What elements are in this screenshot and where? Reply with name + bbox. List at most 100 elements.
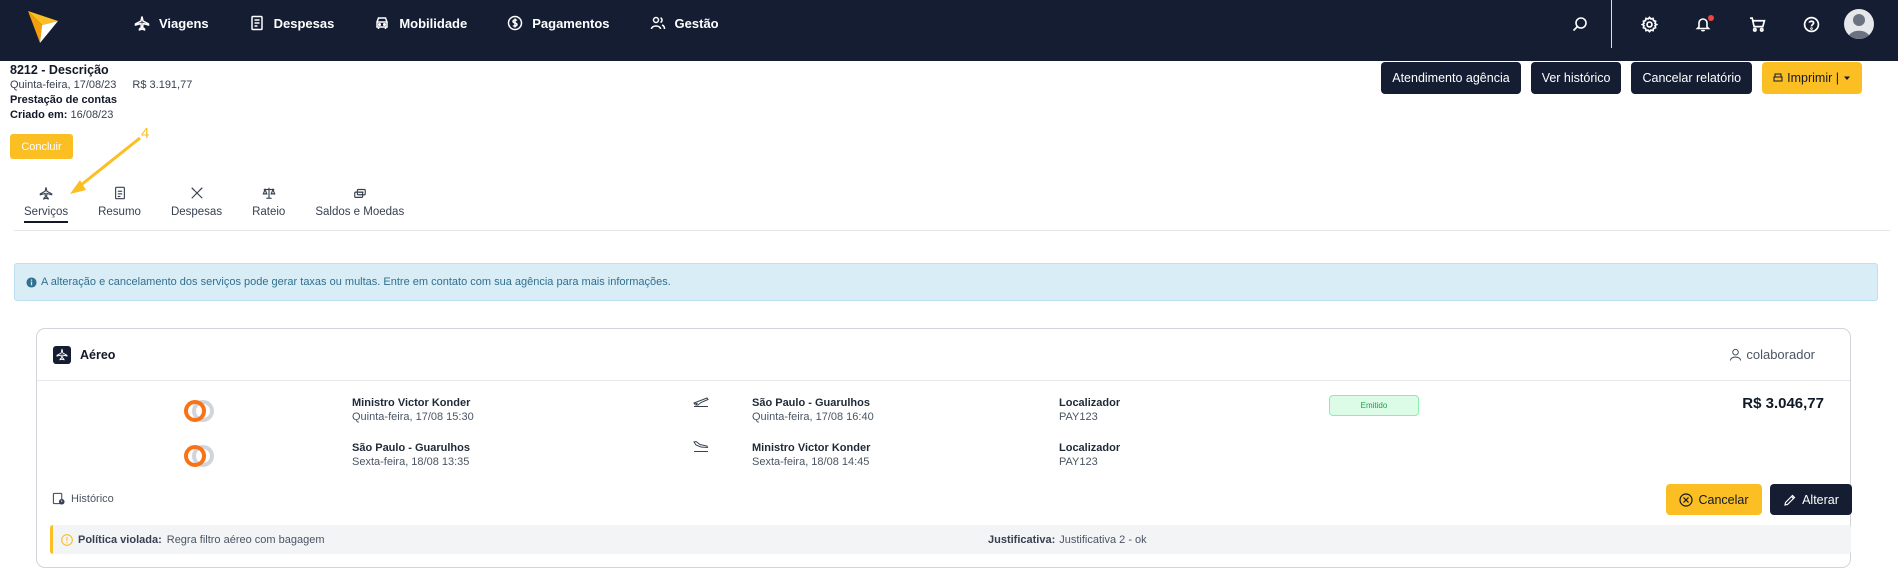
tab-resumo-label: Resumo: [98, 206, 141, 218]
report-title: 8212 - Descrição: [10, 63, 109, 77]
print-label: Imprimir |: [1787, 71, 1839, 85]
nav-viagens-label: Viagens: [159, 15, 209, 31]
alert-text: A alteração e cancelamento dos serviços …: [41, 276, 671, 288]
nav-mobilidade-label: Mobilidade: [399, 15, 468, 31]
status-badge: Emitido: [1329, 395, 1419, 416]
coins-icon: [353, 188, 366, 198]
policy-violation-row: Política violada: Regra filtro aéreo com…: [50, 525, 1851, 554]
cancel-service-button[interactable]: Cancelar: [1666, 484, 1762, 515]
tab-servicos-label: Serviços: [24, 206, 69, 223]
nav-gestao[interactable]: Gestão: [650, 15, 719, 31]
airline-logo-icon: [184, 445, 214, 467]
segment-origin-city: Ministro Victor Konder: [352, 397, 471, 409]
card-header: Aéreo: [37, 329, 1850, 381]
settings-button[interactable]: [1622, 0, 1676, 48]
avatar[interactable]: [1844, 9, 1874, 39]
scale-icon: [262, 187, 276, 199]
segment-origin-city: São Paulo - Guarulhos: [352, 442, 470, 454]
logo-icon[interactable]: [26, 9, 60, 45]
segment-2-destination: Ministro Victor Konder Sexta-feira, 18/0…: [752, 441, 870, 469]
locator-value: PAY123: [1059, 456, 1098, 468]
caret-down-icon: [1844, 76, 1850, 80]
nav-pagamentos[interactable]: Pagamentos: [507, 15, 610, 31]
policy-label: Política violada:: [78, 533, 162, 546]
info-icon: [26, 276, 37, 288]
plane-icon: [134, 16, 150, 31]
justification-value: Justificativa 2 - ok: [1059, 533, 1147, 546]
cancel-service-label: Cancelar: [1698, 492, 1749, 507]
report-date: Quinta-feira, 17/08/23: [10, 79, 117, 91]
search-button[interactable]: [1553, 0, 1607, 48]
info-alert: A alteração e cancelamento dos serviços …: [14, 263, 1878, 301]
cart-icon: [1749, 16, 1766, 32]
printer-icon: [1773, 73, 1783, 82]
collaborator-link[interactable]: colaborador: [1729, 347, 1815, 362]
segment-1-locator: Localizador PAY123: [1059, 396, 1120, 424]
top-navbar: Viagens Despesas Mobilidade Pagamentos G…: [0, 0, 1898, 61]
alter-service-button[interactable]: Alterar: [1770, 484, 1852, 515]
user-icon: [1730, 348, 1742, 361]
locator-value: PAY123: [1059, 411, 1098, 423]
service-card-aereo: Aéreo colaborador Ministro Victor Konder…: [36, 328, 1852, 568]
airline-logo-icon: [184, 400, 214, 422]
gear-icon: [1640, 15, 1658, 33]
segment-1-origin: Ministro Victor Konder Quinta-feira, 17/…: [352, 396, 474, 424]
car-icon: [376, 17, 389, 29]
help-button[interactable]: [1784, 0, 1838, 48]
tab-despesas[interactable]: Despesas: [165, 186, 228, 223]
tab-resumo[interactable]: Resumo: [92, 186, 147, 223]
tab-saldos-moedas[interactable]: Saldos e Moedas: [309, 186, 410, 223]
history-icon: [52, 492, 65, 505]
nav-viagens[interactable]: Viagens: [134, 15, 209, 31]
segment-destination-date: Quinta-feira, 17/08 16:40: [752, 411, 874, 423]
report-amount: R$ 3.191,77: [132, 79, 193, 91]
report-header: 8212 - Descrição Quinta-feira, 17/08/23 …: [10, 63, 192, 123]
segment-2-locator: Localizador PAY123: [1059, 441, 1120, 469]
tab-saldos-label: Saldos e Moedas: [315, 206, 405, 218]
nav-despesas-label: Despesas: [273, 15, 335, 31]
pencil-icon: [1784, 494, 1796, 506]
notifications-button[interactable]: [1676, 0, 1730, 48]
tab-servicos[interactable]: Serviços: [18, 186, 74, 223]
print-button[interactable]: Imprimir |: [1762, 62, 1862, 94]
receipt-icon: [250, 15, 263, 31]
user-avatar-icon: [1848, 14, 1870, 39]
created-label: Criado em:: [10, 109, 68, 121]
segment-destination-city: Ministro Victor Konder: [752, 442, 871, 454]
segment-2-origin: São Paulo - Guarulhos Sexta-feira, 18/08…: [352, 441, 470, 469]
landing-icon: [693, 440, 709, 452]
justification: Justificativa: Justificativa 2 - ok: [988, 525, 1147, 554]
help-icon: [1803, 16, 1819, 32]
created-value: 16/08/23: [70, 109, 114, 121]
history-link[interactable]: Histórico: [52, 492, 114, 505]
users-icon: [650, 16, 665, 30]
conclude-button[interactable]: Concluir: [10, 134, 73, 159]
nav-mobilidade[interactable]: Mobilidade: [374, 15, 467, 31]
tab-rateio-label: Rateio: [252, 206, 286, 218]
nav-gestao-label: Gestão: [674, 15, 719, 31]
utensils-icon: [190, 187, 203, 199]
dollar-circle-icon: [507, 15, 523, 31]
view-history-button[interactable]: Ver histórico: [1530, 62, 1622, 94]
history-label: Histórico: [71, 492, 114, 505]
close-circle-icon: [1679, 492, 1694, 507]
segment-destination-date: Sexta-feira, 18/08 14:45: [752, 456, 870, 468]
report-tabs: Serviços Resumo Despesas Rateio Saldos e…: [18, 186, 428, 223]
cancel-report-button[interactable]: Cancelar relatório: [1631, 62, 1753, 94]
segment-destination-city: São Paulo - Guarulhos: [752, 397, 870, 409]
justification-label: Justificativa:: [988, 533, 1056, 546]
cart-button[interactable]: [1730, 0, 1784, 48]
tab-despesas-label: Despesas: [170, 206, 223, 218]
warning-circle-icon: [61, 533, 73, 546]
service-price: R$ 3.046,77: [1742, 395, 1824, 412]
alter-service-label: Alterar: [1802, 492, 1839, 507]
segment-origin-date: Quinta-feira, 17/08 15:30: [352, 411, 474, 423]
flight-badge-icon: [53, 345, 71, 364]
locator-label: Localizador: [1059, 442, 1121, 454]
agency-support-button[interactable]: Atendimento agência: [1381, 62, 1521, 94]
collaborator-label: colaborador: [1746, 347, 1815, 362]
search-icon: [1572, 17, 1587, 32]
nav-despesas[interactable]: Despesas: [249, 15, 335, 31]
tab-rateio[interactable]: Rateio: [246, 186, 291, 223]
annotation-label-4: 4: [141, 125, 150, 142]
